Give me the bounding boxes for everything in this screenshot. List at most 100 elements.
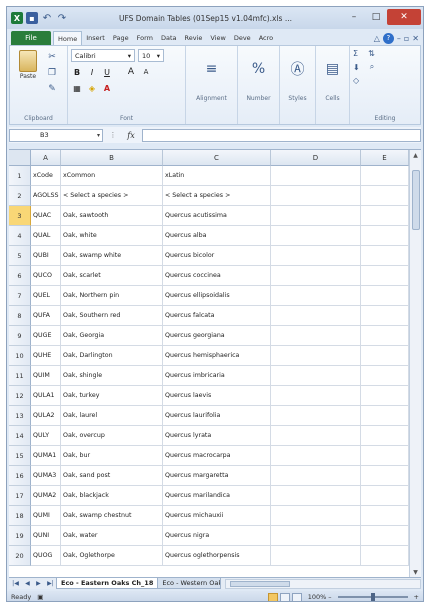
- cell-c10[interactable]: Quercus hemisphaerica: [163, 346, 271, 366]
- row-header[interactable]: 2: [9, 186, 31, 206]
- cell-a17[interactable]: QUMA2: [31, 486, 61, 506]
- cell-a1[interactable]: xCode: [31, 166, 61, 186]
- cell-e11[interactable]: [361, 366, 409, 386]
- cell-d18[interactable]: [271, 506, 361, 526]
- cell-d19[interactable]: [271, 526, 361, 546]
- scroll-up-icon[interactable]: ▲: [410, 150, 421, 161]
- column-header-c[interactable]: C: [163, 150, 271, 166]
- alignment-group[interactable]: ≡ Alignment: [186, 46, 238, 124]
- cell-a5[interactable]: QUBI: [31, 246, 61, 266]
- cell-c17[interactable]: Quercus marilandica: [163, 486, 271, 506]
- save-icon[interactable]: ▪: [26, 12, 38, 24]
- tab-page-layout[interactable]: Page: [109, 31, 133, 45]
- collapse-ribbon-icon[interactable]: △: [374, 34, 380, 43]
- cell-e9[interactable]: [361, 326, 409, 346]
- cell-a8[interactable]: QUFA: [31, 306, 61, 326]
- cell-c5[interactable]: Quercus bicolor: [163, 246, 271, 266]
- sort-filter-icon[interactable]: ⇅: [368, 49, 375, 58]
- cell-d15[interactable]: [271, 446, 361, 466]
- cell-e4[interactable]: [361, 226, 409, 246]
- normal-view-button[interactable]: [267, 592, 278, 601]
- cell-c2[interactable]: < Select a species >: [163, 186, 271, 206]
- font-name-select[interactable]: Calibri ▾: [71, 49, 135, 62]
- cut-icon[interactable]: ✂: [45, 51, 59, 63]
- cell-b7[interactable]: Oak, Northern pin: [61, 286, 163, 306]
- cell-c4[interactable]: Quercus alba: [163, 226, 271, 246]
- cell-e8[interactable]: [361, 306, 409, 326]
- find-select-icon[interactable]: ⌕: [370, 62, 374, 72]
- cell-a13[interactable]: QULA2: [31, 406, 61, 426]
- sheet-tab-active[interactable]: Eco - Eastern Oaks Ch_18: [56, 578, 159, 589]
- italic-button[interactable]: I: [86, 66, 98, 78]
- close-button[interactable]: ✕: [387, 9, 421, 25]
- excel-logo-icon[interactable]: X: [11, 12, 23, 24]
- cell-a10[interactable]: QUHE: [31, 346, 61, 366]
- cell-d2[interactable]: [271, 186, 361, 206]
- cell-b11[interactable]: Oak, shingle: [61, 366, 163, 386]
- cell-a19[interactable]: QUNI: [31, 526, 61, 546]
- row-header[interactable]: 12: [9, 386, 31, 406]
- cell-a18[interactable]: QUMI: [31, 506, 61, 526]
- cell-b17[interactable]: Oak, blackjack: [61, 486, 163, 506]
- cell-d5[interactable]: [271, 246, 361, 266]
- clear-icon[interactable]: ◇: [353, 76, 359, 85]
- cell-b14[interactable]: Oak, overcup: [61, 426, 163, 446]
- row-header[interactable]: 19: [9, 526, 31, 546]
- first-sheet-icon[interactable]: |◀: [12, 580, 19, 587]
- row-header[interactable]: 13: [9, 406, 31, 426]
- row-header[interactable]: 1: [9, 166, 31, 186]
- cell-b16[interactable]: Oak, sand post: [61, 466, 163, 486]
- cell-d20[interactable]: [271, 546, 361, 566]
- cell-d12[interactable]: [271, 386, 361, 406]
- shrink-font-button[interactable]: A: [140, 66, 152, 78]
- row-header[interactable]: 9: [9, 326, 31, 346]
- row-header[interactable]: 4: [9, 226, 31, 246]
- row-header[interactable]: 20: [9, 546, 31, 566]
- cell-e3[interactable]: [361, 206, 409, 226]
- sheet-tab-next[interactable]: Eco - Western Oaks Ch: [157, 578, 222, 589]
- cell-e16[interactable]: [361, 466, 409, 486]
- cell-e10[interactable]: [361, 346, 409, 366]
- cell-a7[interactable]: QUEL: [31, 286, 61, 306]
- scroll-thumb[interactable]: [412, 170, 420, 230]
- cell-a12[interactable]: QULA1: [31, 386, 61, 406]
- cell-c6[interactable]: Quercus coccinea: [163, 266, 271, 286]
- column-header-e[interactable]: E: [361, 150, 409, 166]
- cell-d17[interactable]: [271, 486, 361, 506]
- cell-e1[interactable]: [361, 166, 409, 186]
- row-header[interactable]: 6: [9, 266, 31, 286]
- redo-icon[interactable]: ↷: [56, 12, 68, 24]
- restore-workbook-icon[interactable]: ▫: [404, 34, 409, 43]
- cell-a14[interactable]: QULY: [31, 426, 61, 446]
- page-layout-view-button[interactable]: [279, 592, 290, 601]
- last-sheet-icon[interactable]: ▶|: [47, 580, 54, 587]
- cell-c11[interactable]: Quercus imbricaria: [163, 366, 271, 386]
- cell-c14[interactable]: Quercus lyrata: [163, 426, 271, 446]
- cell-a4[interactable]: QUAL: [31, 226, 61, 246]
- help-icon[interactable]: ?: [382, 32, 394, 44]
- cell-a15[interactable]: QUMA1: [31, 446, 61, 466]
- insert-function-button[interactable]: fx: [123, 131, 139, 140]
- fill-color-icon[interactable]: ◈: [86, 82, 98, 94]
- cell-b12[interactable]: Oak, turkey: [61, 386, 163, 406]
- cell-c16[interactable]: Quercus margaretta: [163, 466, 271, 486]
- cell-d4[interactable]: [271, 226, 361, 246]
- hscroll-thumb[interactable]: [230, 580, 291, 587]
- page-break-view-button[interactable]: [291, 592, 302, 601]
- cell-e20[interactable]: [361, 546, 409, 566]
- macro-record-icon[interactable]: ▣: [37, 593, 43, 601]
- cell-d3[interactable]: [271, 206, 361, 226]
- styles-group[interactable]: Ⓐ Styles: [280, 46, 316, 124]
- cell-c13[interactable]: Quercus laurifolia: [163, 406, 271, 426]
- formula-input[interactable]: [142, 128, 421, 142]
- cell-b5[interactable]: Oak, swamp white: [61, 246, 163, 266]
- cell-a11[interactable]: QUIM: [31, 366, 61, 386]
- cell-d6[interactable]: [271, 266, 361, 286]
- cell-a3[interactable]: QUAC: [31, 206, 61, 226]
- tab-data[interactable]: Data: [157, 31, 181, 45]
- cell-c20[interactable]: Quercus oglethorpensis: [163, 546, 271, 566]
- cell-b3[interactable]: Oak, sawtooth: [61, 206, 163, 226]
- name-box[interactable]: B3 ▾: [9, 128, 103, 142]
- paste-button[interactable]: Paste: [13, 49, 43, 95]
- cell-c15[interactable]: Quercus macrocarpa: [163, 446, 271, 466]
